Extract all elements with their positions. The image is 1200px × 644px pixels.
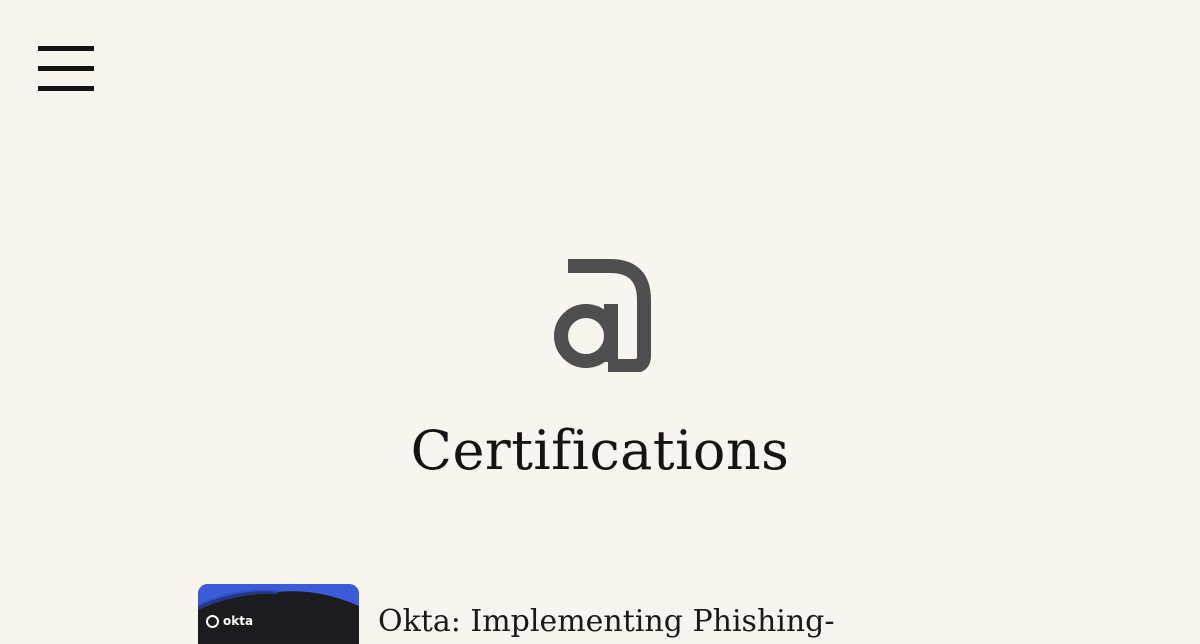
certification-title[interactable]: Okta: Implementing Phishing- — [378, 602, 835, 642]
certification-card[interactable]: okta Okta: Implementing Phishing- — [198, 584, 998, 644]
hamburger-menu-icon — [38, 46, 94, 51]
at-sign-logo-icon — [548, 256, 652, 373]
hamburger-menu-icon-bottom — [38, 86, 94, 91]
okta-logo: okta — [206, 613, 253, 629]
hamburger-menu-button[interactable] — [38, 46, 94, 92]
okta-ring-icon — [206, 614, 219, 628]
badge-brand-text: okta — [223, 614, 254, 628]
page-title: Certifications — [410, 419, 790, 482]
hamburger-menu-icon-middle — [38, 66, 94, 71]
certification-badge-image: okta — [198, 584, 359, 644]
